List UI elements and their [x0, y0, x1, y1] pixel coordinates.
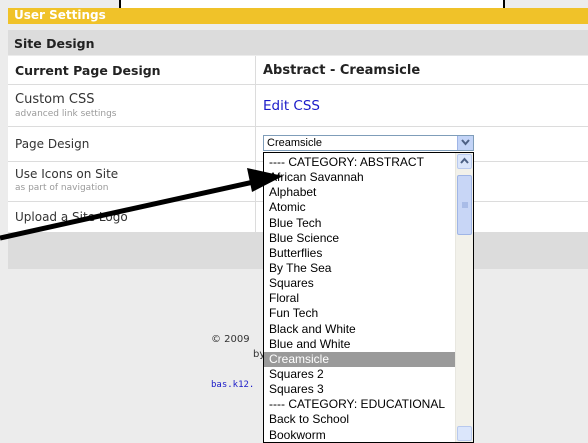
arrow-annotation — [0, 168, 283, 241]
